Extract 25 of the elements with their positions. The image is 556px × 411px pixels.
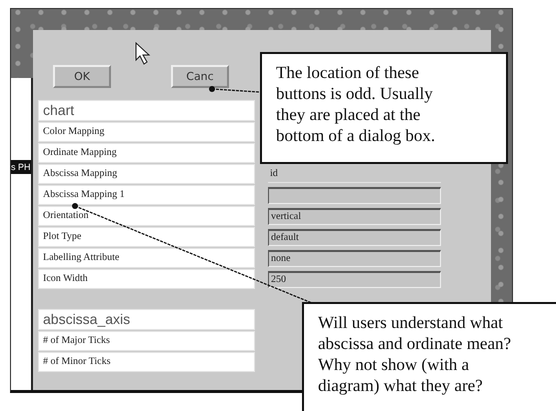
property-label: Abscissa Mapping 1 bbox=[38, 185, 255, 205]
property-label: Labelling Attribute bbox=[38, 248, 255, 268]
property-label: Ordinate Mapping bbox=[38, 143, 255, 163]
property-label: Color Mapping bbox=[38, 122, 255, 142]
property-label: Abscissa Mapping bbox=[38, 164, 255, 184]
input-field[interactable] bbox=[268, 186, 441, 204]
cursor-icon bbox=[136, 42, 150, 65]
leader-line bbox=[209, 86, 260, 93]
property-label: Orientation bbox=[38, 206, 255, 226]
dialog-button[interactable]: Canc bbox=[171, 65, 229, 88]
section-title: abscissa_axis bbox=[38, 309, 255, 330]
property-label: # of Minor Ticks bbox=[38, 352, 255, 372]
dialog-button[interactable]: OK bbox=[53, 65, 111, 88]
property-label: Plot Type bbox=[38, 227, 255, 247]
window-label: s PH bbox=[11, 160, 31, 174]
annotation-callout: The location of these buttons is odd. Usually they are placed at the bottom of a dialog box. bbox=[260, 52, 508, 164]
input-field[interactable]: 250 bbox=[268, 270, 441, 288]
property-label: Icon Width bbox=[38, 269, 255, 289]
input-field[interactable]: vertical bbox=[268, 208, 441, 224]
input-field[interactable]: none bbox=[268, 250, 441, 266]
annotation-callout: Will users understand what abscissa and ordinate mean? Why not show (with a diagram) what they are? bbox=[302, 302, 556, 411]
section-title: chart bbox=[38, 100, 255, 121]
property-label: # of Major Ticks bbox=[38, 331, 255, 351]
field-value: id bbox=[268, 165, 441, 183]
input-field[interactable]: default bbox=[268, 228, 441, 246]
